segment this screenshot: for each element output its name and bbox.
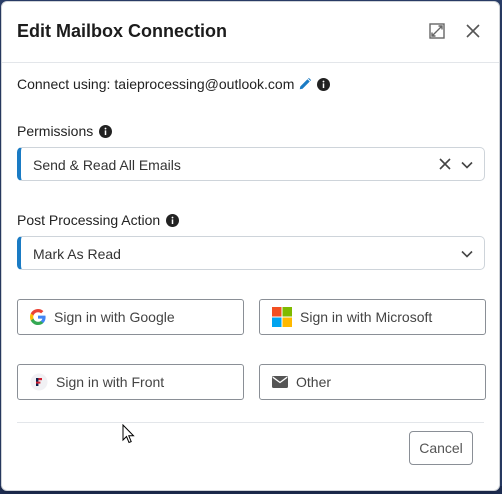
permissions-label: Permissions: [17, 123, 94, 139]
sign-in-microsoft-label: Sign in with Microsoft: [300, 309, 433, 325]
expand-icon: [429, 23, 445, 39]
other-provider-button[interactable]: Other: [259, 364, 486, 400]
info-icon: [317, 77, 331, 91]
expand-button[interactable]: [428, 22, 446, 40]
mouse-cursor-icon: [122, 424, 135, 444]
other-provider-label: Other: [296, 374, 332, 390]
sign-in-front-label: Sign in with Front: [56, 374, 165, 390]
sign-in-google-label: Sign in with Google: [54, 309, 175, 325]
footer-divider: [17, 422, 484, 423]
sign-in-front-button[interactable]: Sign in with Front: [17, 364, 244, 400]
sign-in-google-button[interactable]: Sign in with Google: [17, 299, 244, 335]
connect-using-label: Connect using:: [17, 76, 111, 92]
edit-mailbox-dialog: Edit Mailbox Connection Connect using: t…: [1, 1, 500, 491]
post-processing-value: Mark As Read: [33, 246, 121, 262]
pencil-icon[interactable]: [298, 77, 312, 91]
permissions-label-row: Permissions: [17, 123, 113, 139]
google-icon: [30, 309, 46, 325]
dialog-header: Edit Mailbox Connection: [2, 2, 499, 63]
post-processing-label-row: Post Processing Action: [17, 212, 180, 228]
clear-icon[interactable]: [438, 157, 452, 171]
info-icon: [166, 213, 180, 227]
cancel-button[interactable]: Cancel: [409, 431, 473, 465]
dialog-title: Edit Mailbox Connection: [17, 21, 227, 41]
microsoft-icon: [272, 307, 292, 327]
close-button[interactable]: [464, 22, 482, 40]
permissions-select[interactable]: Send & Read All Emails: [17, 147, 485, 181]
sign-in-microsoft-button[interactable]: Sign in with Microsoft: [259, 299, 486, 335]
front-icon: [30, 373, 48, 391]
chevron-down-icon[interactable]: [460, 158, 474, 172]
chevron-down-icon[interactable]: [460, 247, 474, 261]
info-icon: [99, 124, 113, 138]
close-icon: [466, 24, 480, 38]
envelope-icon: [272, 374, 288, 390]
connect-using-row: Connect using: taieprocessing@outlook.co…: [17, 76, 331, 92]
post-processing-label: Post Processing Action: [17, 212, 161, 228]
post-processing-select[interactable]: Mark As Read: [17, 236, 485, 270]
connected-account: taieprocessing@outlook.com: [114, 76, 295, 92]
permissions-value: Send & Read All Emails: [33, 157, 181, 173]
